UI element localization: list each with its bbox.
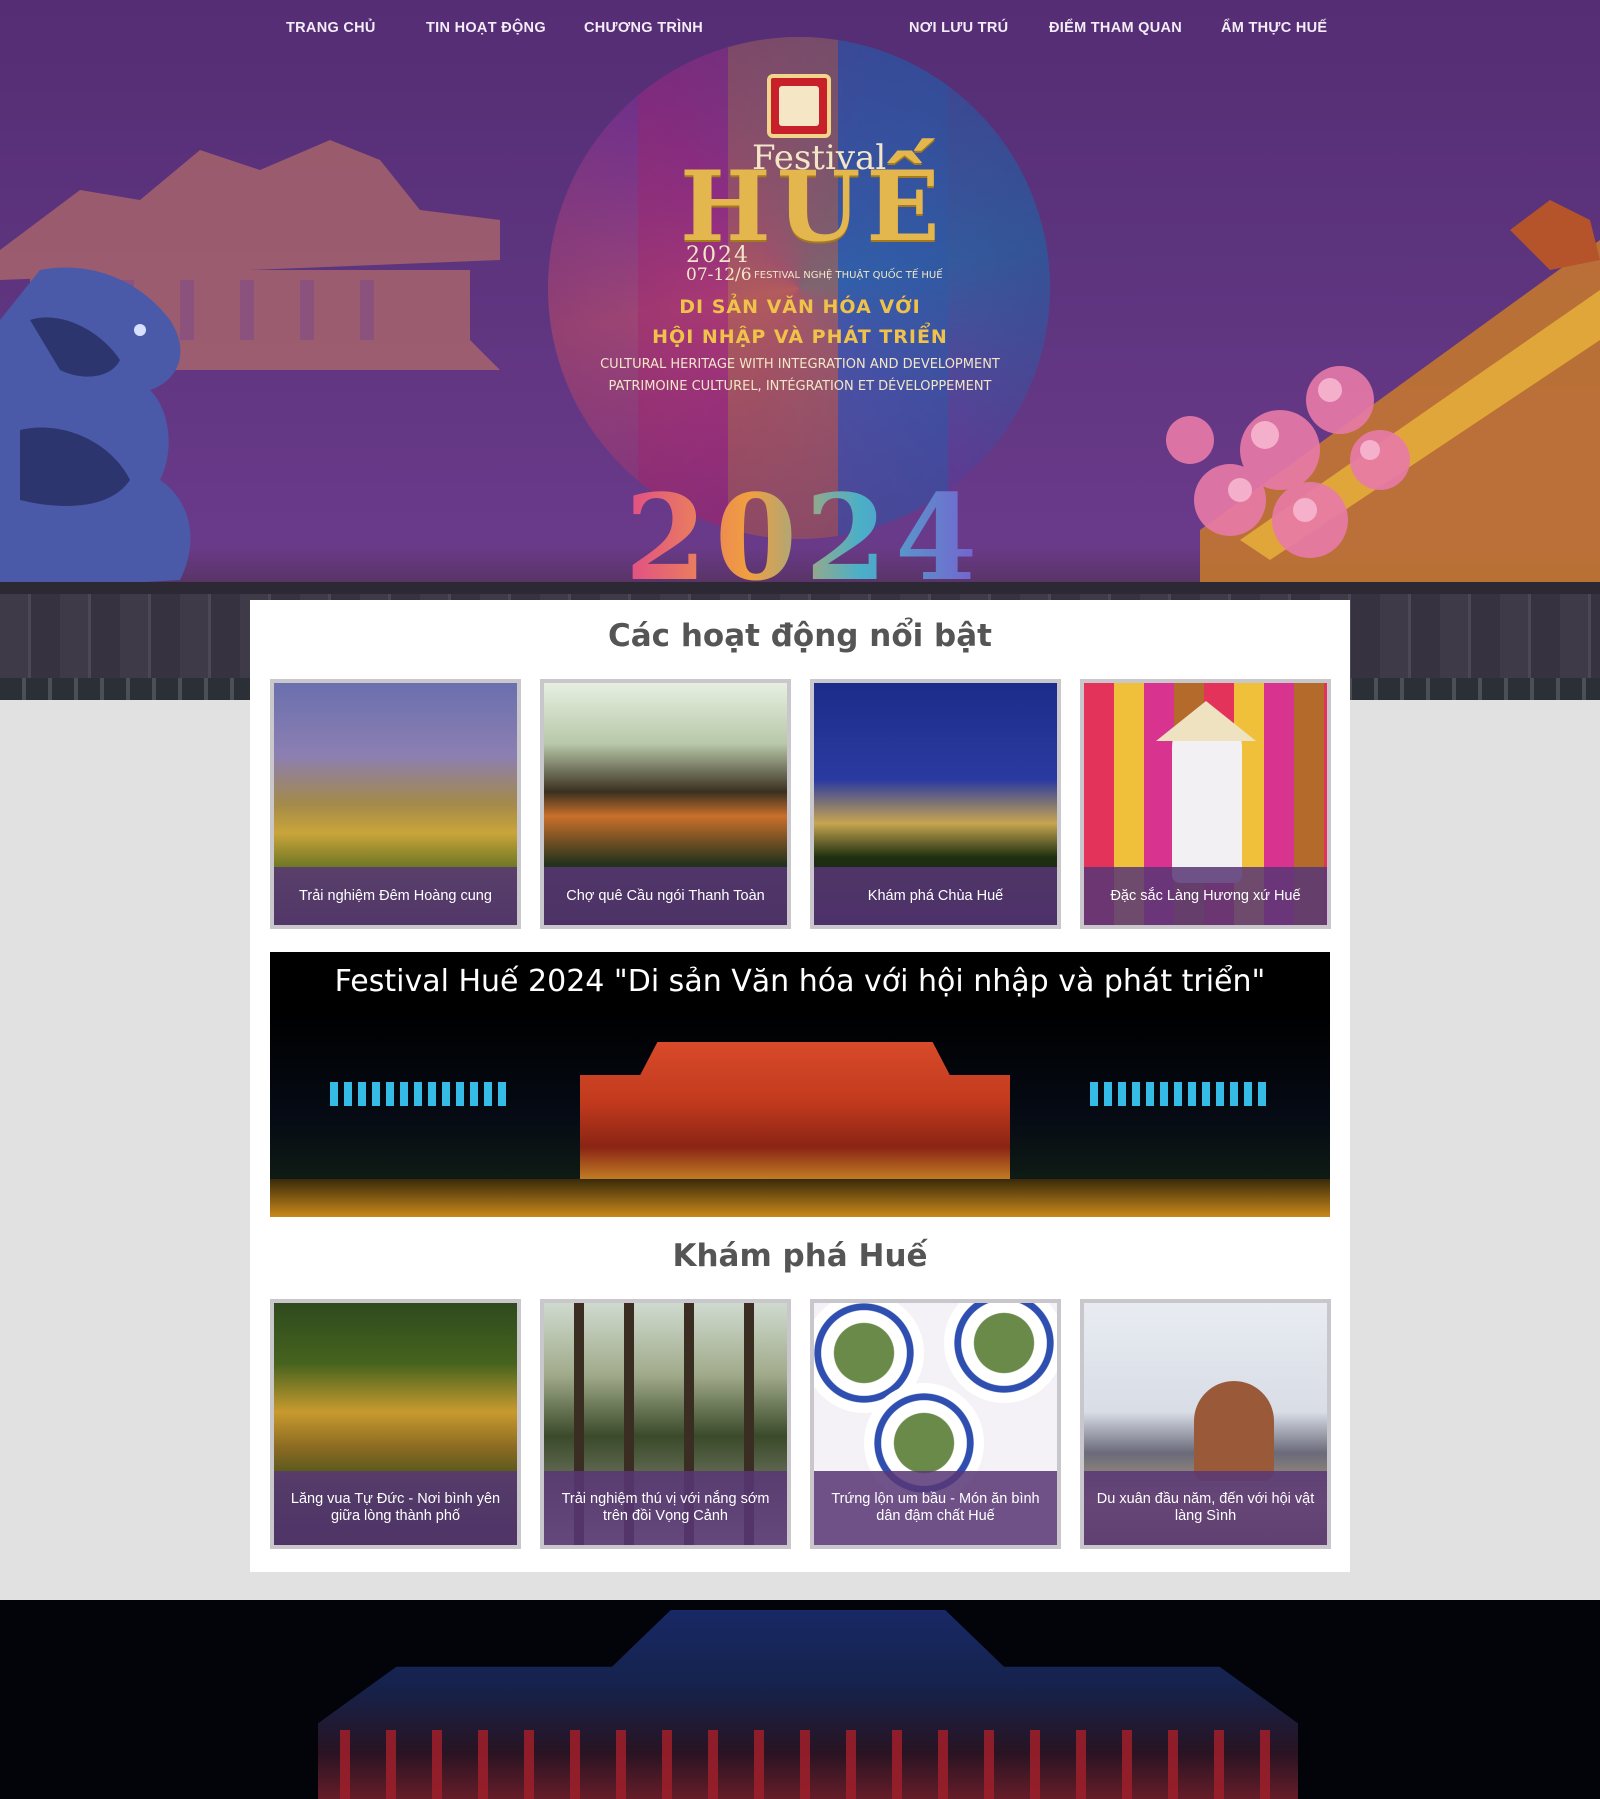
stage-floor [270,1179,1330,1217]
highlight-card-incense-village[interactable]: Đặc sắc Làng Hương xứ Huế [1080,679,1331,929]
card-image: Chợ quê Cầu ngói Thanh Toàn [544,683,787,925]
hero-banner: Festival HUẾ 2024 07-12/6 FESTIVAL NGHỆ … [0,0,1600,700]
nav-hue-cuisine[interactable]: ẨM THỰC HUẾ [1221,20,1327,36]
theme-french: PATRIMOINE CULTUREL, INTÉGRATION ET DÉVE… [608,379,992,394]
explore-card-egg-dish[interactable]: Trứng lộn um bầu - Món ăn bình dân đậm c… [810,1299,1061,1549]
festival-banner[interactable]: Festival Huế 2024 "Di sản Văn hóa với hộ… [270,952,1330,1217]
theme-vi-line2: HỘI NHẬP VÀ PHÁT TRIỂN [652,326,948,348]
logo-dates: 07-12/6 [686,265,752,285]
card-image: Đặc sắc Làng Hương xứ Huế [1084,683,1327,925]
theme-vietnamese: DI SẢN VĂN HÓA VỚI HỘI NHẬP VÀ PHÁT TRIỂ… [620,292,980,352]
explore-title: Khám phá Huế [672,1238,928,1274]
nav-activities-news[interactable]: TIN HOẠT ĐỘNG [426,20,546,36]
stage-lights-right [1090,1082,1270,1106]
nav-accommodation[interactable]: NƠI LƯU TRÚ [909,20,1008,36]
card-caption: Đặc sắc Làng Hương xứ Huế [1084,867,1327,925]
card-caption: Lăng vua Tự Đức - Nơi bình yên giữa lòng… [274,1471,517,1545]
nav-programs[interactable]: CHƯƠNG TRÌNH [584,20,703,36]
theme-translations: CULTURAL HERITAGE WITH INTEGRATION AND D… [560,354,1040,398]
theme-english: CULTURAL HERITAGE WITH INTEGRATION AND D… [600,357,1000,372]
card-caption: Trải nghiệm thú vị với nắng sớm trên đồi… [544,1471,787,1545]
palace-blossom-right [1166,200,1600,600]
card-image: Lăng vua Tự Đức - Nơi bình yên giữa lòng… [274,1303,517,1545]
card-caption: Trứng lộn um bầu - Món ăn bình dân đậm c… [814,1471,1057,1545]
dragon-statue-icon [0,267,191,590]
highlights-title: Các hoạt động nổi bật [608,618,992,654]
top-navigation: TRANG CHỦ TIN HOẠT ĐỘNG CHƯƠNG TRÌNH NƠI… [0,14,1600,44]
highlight-card-royal-night[interactable]: Trải nghiệm Đêm Hoàng cung [270,679,521,929]
footer-night-palace [0,1600,1600,1799]
banner-title: Festival Huế 2024 "Di sản Văn hóa với hộ… [334,964,1266,999]
highlight-card-hue-pagoda[interactable]: Khám phá Chùa Huế [810,679,1061,929]
card-image: Khám phá Chùa Huế [814,683,1057,925]
logo-subtitle: FESTIVAL NGHỆ THUẬT QUỐC TẾ HUẾ [754,270,943,281]
card-image: Trải nghiệm thú vị với nắng sớm trên đồi… [544,1303,787,1545]
card-image: Trứng lộn um bầu - Món ăn bình dân đậm c… [814,1303,1057,1545]
card-caption: Trải nghiệm Đêm Hoàng cung [274,867,517,925]
highlight-card-thanh-toan-bridge[interactable]: Chợ quê Cầu ngói Thanh Toàn [540,679,791,929]
card-caption: Khám phá Chùa Huế [814,867,1057,925]
explore-card-vong-canh-hill[interactable]: Trải nghiệm thú vị với nắng sớm trên đồi… [540,1299,791,1549]
card-image: Du xuân đầu năm, đến với hội vật làng Sì… [1084,1303,1327,1545]
explore-card-sinh-wrestling[interactable]: Du xuân đầu năm, đến với hội vật làng Sì… [1080,1299,1331,1549]
card-caption: Du xuân đầu năm, đến với hội vật làng Sì… [1084,1471,1327,1545]
theme-vi-line1: DI SẢN VĂN HÓA VỚI [679,296,921,318]
card-image: Trải nghiệm Đêm Hoàng cung [274,683,517,925]
stage-lights-left [330,1082,510,1106]
card-caption: Chợ quê Cầu ngói Thanh Toàn [544,867,787,925]
nav-home[interactable]: TRANG CHỦ [286,20,376,36]
nav-attractions[interactable]: ĐIỂM THAM QUAN [1049,20,1182,36]
explore-card-tu-duc-tomb[interactable]: Lăng vua Tự Đức - Nơi bình yên giữa lòng… [270,1299,521,1549]
festival-emblem-icon [767,74,831,138]
